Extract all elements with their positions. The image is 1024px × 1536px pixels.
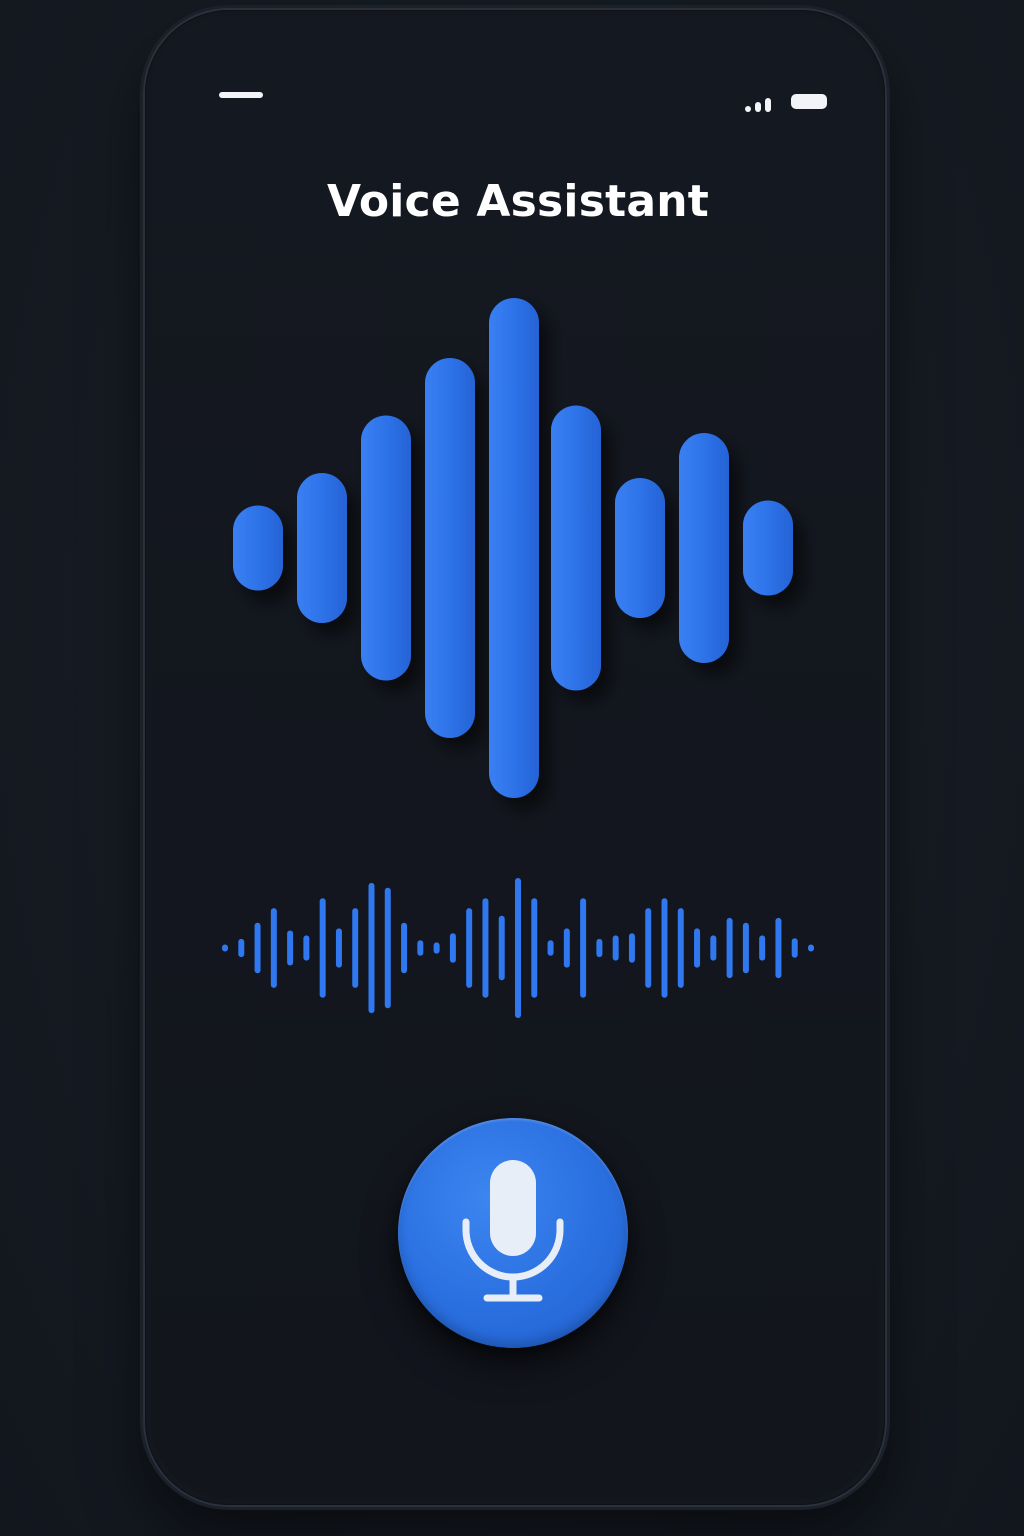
audio-level-bar — [270, 908, 277, 988]
audio-level-bar — [319, 898, 326, 998]
audio-level-bar — [580, 898, 587, 998]
audio-level-bar — [433, 942, 440, 954]
waveform-bar — [361, 415, 411, 681]
audio-level-bar — [482, 898, 489, 998]
waveform-bar — [551, 405, 601, 691]
audio-level-bar — [547, 940, 554, 956]
audio-level-bar — [710, 935, 717, 961]
audio-level-bar — [384, 887, 391, 1009]
phone-frame: Voice Assistant — [145, 10, 885, 1505]
audio-level-bar — [628, 933, 635, 963]
audio-level-bar — [661, 898, 668, 998]
audio-level-bar — [677, 908, 684, 988]
audio-level-bar — [791, 938, 798, 958]
audio-level-bar — [498, 915, 505, 981]
audio-level-bar — [759, 935, 766, 961]
audio-level-bar — [515, 878, 521, 1018]
audio-level-bar — [808, 944, 814, 952]
audio-level-bar — [303, 935, 310, 961]
audio-level-bar — [775, 917, 782, 979]
waveform-bar — [233, 505, 283, 591]
audio-level-bar — [222, 944, 228, 952]
audio-level-bar — [287, 930, 294, 966]
waveform-bar — [297, 473, 347, 623]
audio-level-bar — [449, 933, 456, 963]
audio-level-bar — [401, 922, 408, 974]
audio-level-bar — [352, 908, 359, 988]
audio-level-bar — [612, 935, 619, 961]
waveform-bar — [425, 358, 475, 738]
waveform-bar — [679, 433, 729, 663]
microphone-icon — [462, 1160, 564, 1302]
audio-level-bar — [742, 922, 749, 974]
audio-level-bar — [563, 928, 570, 968]
microphone-button[interactable] — [398, 1118, 628, 1348]
waveform-bar — [489, 298, 539, 798]
audio-level-bar — [368, 882, 375, 1014]
audio-level-bar — [335, 928, 342, 968]
app-screen: Voice Assistant — [151, 16, 879, 1499]
audio-level-bar — [254, 922, 261, 974]
audio-level-bar — [466, 908, 473, 988]
audio-level-bar — [596, 938, 603, 958]
audio-level-bar — [726, 917, 733, 979]
audio-level-bar — [694, 928, 701, 968]
waveform-bar — [743, 500, 793, 596]
audio-level-bar — [238, 938, 245, 958]
waveform-bar — [615, 478, 665, 618]
audio-level-bar — [417, 940, 424, 956]
audio-level-bar — [645, 908, 652, 988]
audio-level-bar — [531, 898, 538, 998]
